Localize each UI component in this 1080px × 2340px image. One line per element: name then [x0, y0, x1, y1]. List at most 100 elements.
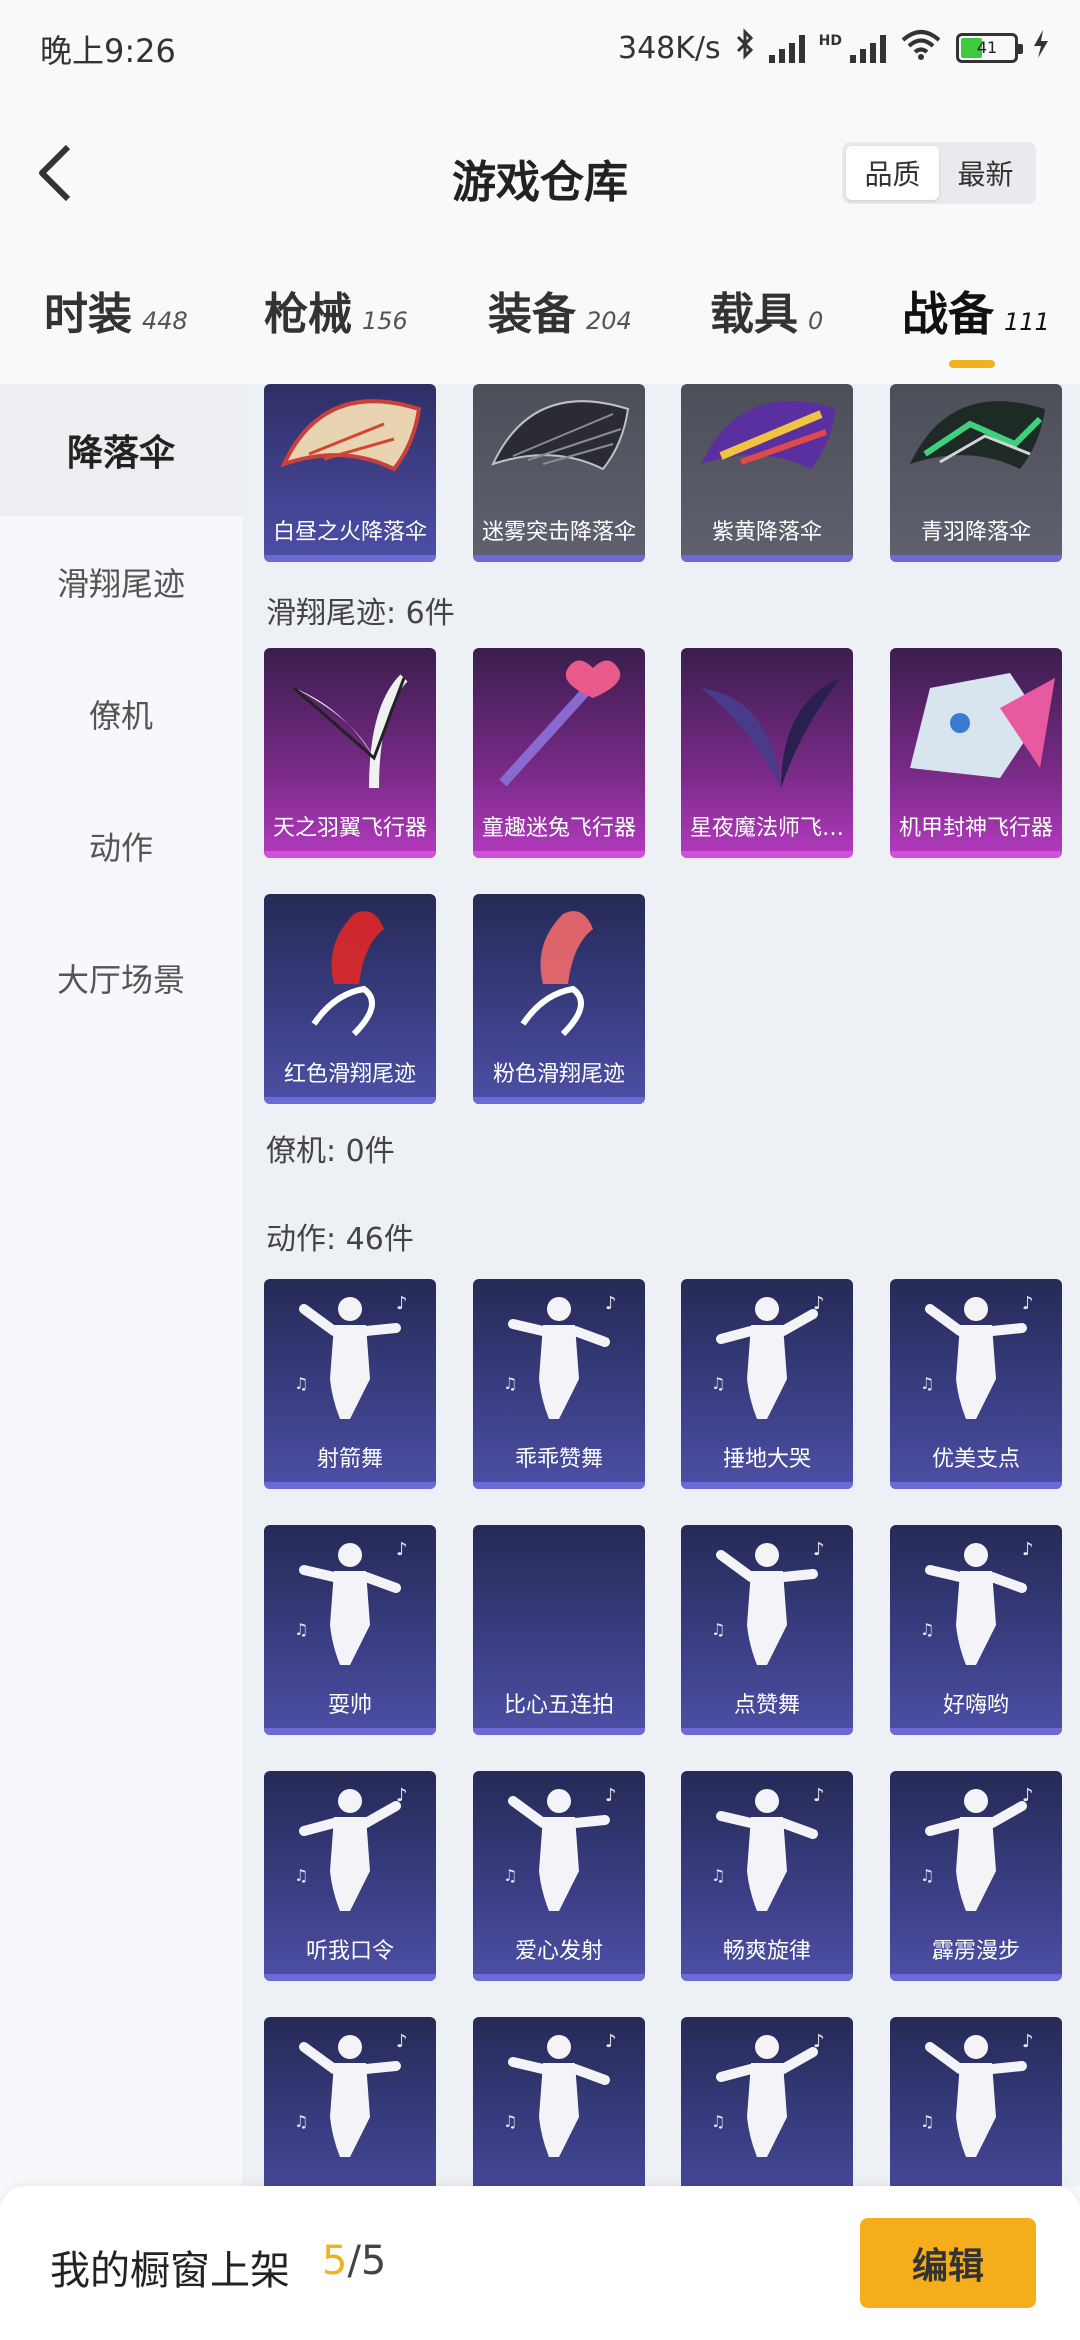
sort-toggle: 品质 最新 — [842, 142, 1036, 204]
network-speed: 348K/s — [617, 30, 721, 66]
dancer-silhouette-icon: ♪♫ — [711, 1785, 825, 1911]
item-card[interactable]: ♪ ♫ 霹雳漫步 — [890, 1771, 1062, 1981]
dancer-silhouette-icon: ♪♫ — [294, 1293, 408, 1419]
sort-option-newest[interactable]: 最新 — [939, 146, 1032, 200]
status-time: 晚上9:26 — [40, 32, 176, 70]
showcase-bar: 我的橱窗上架 5/5 编辑 — [0, 2186, 1080, 2340]
item-card[interactable]: ♪ ♫ 好嗨哟 — [890, 1525, 1062, 1735]
svg-text:♫: ♫ — [503, 1374, 517, 1393]
dancer-silhouette-icon: ♪♫ — [711, 2031, 825, 2157]
svg-text:♫: ♫ — [711, 1374, 725, 1393]
section-title-glide-trail: 滑翔尾迹: 6件 — [266, 596, 455, 631]
svg-text:♪: ♪ — [1022, 1785, 1034, 1806]
svg-text:♪: ♪ — [1022, 1539, 1034, 1560]
item-card[interactable]: ♪ ♫ 捶地大哭 — [681, 1279, 853, 1489]
tab-guns[interactable]: 枪械 156 — [264, 278, 408, 342]
svg-text:♫: ♫ — [294, 1374, 308, 1393]
svg-text:♫: ♫ — [920, 1374, 934, 1393]
item-card[interactable]: 天之羽翼飞行器 — [264, 648, 436, 858]
svg-text:♫: ♫ — [920, 1866, 934, 1885]
item-card[interactable]: 紫黄降落伞 — [681, 384, 853, 562]
item-card[interactable]: 星夜魔法师飞… — [681, 648, 853, 858]
pink-smoke-trail-icon — [520, 911, 593, 1037]
item-card[interactable]: 青羽降落伞 — [890, 384, 1062, 562]
dark-wing-glider-icon — [701, 678, 841, 788]
tab-vehicles[interactable]: 载具 0 — [710, 278, 823, 342]
tab-battle-gear[interactable]: 战备 111 — [902, 278, 1050, 368]
dancer-silhouette-icon: ♪♫ — [920, 1293, 1034, 1419]
svg-text:♫: ♫ — [920, 1620, 934, 1639]
dancer-silhouette-icon: ♪♫ — [920, 1539, 1034, 1665]
dancer-silhouette-icon: ♪♫ — [711, 1539, 825, 1665]
svg-text:♪: ♪ — [396, 2031, 408, 2052]
svg-text:♪: ♪ — [1022, 1293, 1034, 1314]
svg-text:♪: ♪ — [605, 2031, 617, 2052]
sort-option-quality[interactable]: 品质 — [846, 146, 939, 200]
svg-text:♫: ♫ — [294, 1620, 308, 1639]
item-card[interactable]: ♪ ♫ 爱心发射 — [473, 1771, 645, 1981]
svg-text:♫: ♫ — [711, 1866, 725, 1885]
category-tabs: 时装 448 枪械 156 装备 204 载具 0 战备 111 — [0, 268, 1080, 378]
svg-text:♪: ♪ — [396, 1785, 408, 1806]
tab-equipment[interactable]: 装备 204 — [488, 278, 632, 342]
svg-text:♫: ♫ — [920, 2112, 934, 2131]
tab-fashion[interactable]: 时装 448 — [44, 278, 188, 342]
sidebar-item-parachute[interactable]: 降落伞 — [0, 384, 242, 516]
red-smoke-trail-icon — [311, 911, 384, 1037]
item-card[interactable]: ♪ ♫ 听我口令 — [264, 1771, 436, 1981]
item-card[interactable]: ♪ ♫ — [890, 2017, 1062, 2186]
dancer-silhouette-icon: ♪♫ — [503, 2031, 617, 2157]
svg-text:♫: ♫ — [294, 1866, 308, 1885]
svg-text:♫: ♫ — [711, 1620, 725, 1639]
svg-text:♪: ♪ — [813, 1539, 825, 1560]
active-tab-indicator — [949, 360, 995, 368]
dancer-silhouette-icon: ♪♫ — [294, 2031, 408, 2157]
wand-glider-icon — [499, 660, 621, 787]
wifi-icon — [900, 28, 942, 68]
dancer-silhouette-icon: ♪♫ — [294, 1539, 408, 1665]
svg-text:♪: ♪ — [396, 1293, 408, 1314]
svg-text:♪: ♪ — [605, 1785, 617, 1806]
item-card[interactable]: ♪ ♫ 畅爽旋律 — [681, 1771, 853, 1981]
item-card[interactable]: 粉色滑翔尾迹 — [473, 894, 645, 1104]
dancer-silhouette-icon: ♪♫ — [503, 1785, 617, 1911]
dancer-silhouette-icon: ♪♫ — [503, 1293, 617, 1419]
status-bar: 晚上9:26 348K/s HD 41 — [0, 0, 1080, 96]
sidebar: 降落伞 滑翔尾迹 僚机 动作 大厅场景 — [0, 384, 242, 2186]
item-card[interactable]: ♪ ♫ — [473, 2017, 645, 2186]
sidebar-item-action[interactable]: 动作 — [0, 780, 242, 912]
mecha-glider-icon — [910, 673, 1055, 778]
item-card[interactable]: ♪ ♫ — [681, 2017, 853, 2186]
item-card[interactable]: 机甲封神飞行器 — [890, 648, 1062, 858]
svg-text:♫: ♫ — [503, 1866, 517, 1885]
item-card[interactable]: ♪ ♫ 点赞舞 — [681, 1525, 853, 1735]
item-card[interactable]: ♪ ♫ — [264, 2017, 436, 2186]
item-card[interactable]: ♪ ♫ 耍帅 — [264, 1525, 436, 1735]
bluetooth-icon — [735, 28, 755, 68]
sidebar-item-wingman[interactable]: 僚机 — [0, 648, 242, 780]
item-card[interactable]: 童趣迷兔飞行器 — [473, 648, 645, 858]
item-card[interactable]: ♪ ♫ 射箭舞 — [264, 1279, 436, 1489]
signal-icon — [768, 33, 805, 63]
dancer-silhouette-icon: ♪♫ — [294, 1785, 408, 1911]
item-card[interactable]: 红色滑翔尾迹 — [264, 894, 436, 1104]
showcase-count: 5/5 — [322, 2238, 387, 2284]
item-card[interactable]: 迷雾突击降落伞 — [473, 384, 645, 562]
svg-text:♪: ♪ — [813, 1785, 825, 1806]
sidebar-item-glide-trail[interactable]: 滑翔尾迹 — [0, 516, 242, 648]
sidebar-item-lobby-scene[interactable]: 大厅场景 — [0, 912, 242, 1044]
item-card[interactable]: ♪ ♫ 优美支点 — [890, 1279, 1062, 1489]
item-grid: 白昼之火降落伞 迷雾突击降落伞 紫黄降落伞 青羽降落伞 滑翔尾迹: 6件 天之羽… — [242, 384, 1080, 2186]
item-card[interactable]: ♪ ♫ 乖乖赞舞 — [473, 1279, 645, 1489]
section-title-action: 动作: 46件 — [266, 1222, 414, 1257]
item-card[interactable]: 比心五连拍 — [473, 1525, 645, 1735]
svg-text:♪: ♪ — [813, 1293, 825, 1314]
svg-text:♪: ♪ — [396, 1539, 408, 1560]
dancer-silhouette-icon: ♪♫ — [920, 2031, 1034, 2157]
item-card[interactable]: 白昼之火降落伞 — [264, 384, 436, 562]
svg-text:♫: ♫ — [711, 2112, 725, 2131]
showcase-label: 我的橱窗上架 — [50, 2248, 290, 2294]
dancer-silhouette-icon — [473, 1525, 645, 1675]
section-title-wingman: 僚机: 0件 — [266, 1134, 395, 1169]
edit-button[interactable]: 编辑 — [860, 2218, 1036, 2308]
